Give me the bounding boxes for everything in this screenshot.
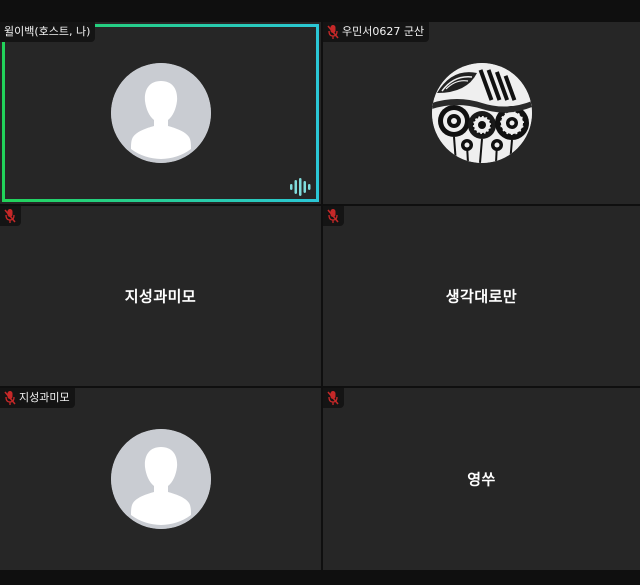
participant-tile-5[interactable]: 지성과미모 [0, 388, 321, 570]
muted-mic-icon [4, 209, 16, 223]
participant-display-name: 지성과미모 [124, 287, 197, 306]
participant-profile-photo [431, 63, 532, 163]
participant-display-name: 영쑤 [467, 470, 496, 489]
muted-mic-icon [327, 25, 339, 39]
muted-mic-icon [4, 391, 16, 405]
participant-tile-6[interactable]: 영쑤 [323, 388, 640, 570]
participant-tile-host[interactable]: 윌이백(호스트, 나) [0, 22, 321, 204]
participant-nametag [323, 388, 344, 408]
participant-name-label: 윌이백(호스트, 나) [4, 25, 91, 38]
participant-nametag: 윌이백(호스트, 나) [0, 22, 96, 42]
default-avatar-icon [110, 63, 211, 163]
participant-display-name: 생각대로만 [445, 287, 518, 306]
default-avatar-icon [110, 429, 211, 529]
muted-mic-icon [327, 209, 339, 223]
participant-tile-4[interactable]: 생각대로만 [323, 206, 640, 386]
participant-name-label: 지성과미모 [19, 391, 70, 404]
muted-mic-icon [327, 391, 339, 405]
participant-nametag [323, 206, 344, 226]
participant-name-label: 우민서0627 군산 [342, 25, 425, 38]
video-gallery-grid: 윌이백(호스트, 나) 우민서0627 군산 지성과미모 생각대로만 지성과미모… [0, 22, 640, 570]
participant-nametag: 지성과미모 [0, 388, 75, 408]
participant-tile-2[interactable]: 우민서0627 군산 [323, 22, 640, 204]
participant-tile-3[interactable]: 지성과미모 [0, 206, 321, 386]
participant-nametag: 우민서0627 군산 [323, 22, 430, 42]
speaking-audio-icon [290, 178, 311, 196]
participant-nametag [0, 206, 21, 226]
